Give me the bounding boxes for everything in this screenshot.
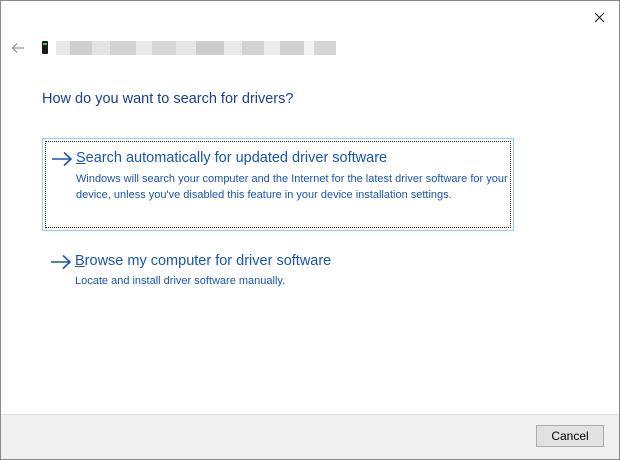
search-automatically-option[interactable]: Search automatically for updated driver …	[42, 138, 514, 231]
dialog-footer: Cancel	[1, 414, 619, 459]
close-button[interactable]	[589, 7, 609, 27]
page-title: How do you want to search for drivers?	[42, 91, 294, 107]
back-button[interactable]	[9, 39, 27, 57]
search-automatically-description: Windows will search your computer and th…	[76, 173, 508, 201]
device-icon	[42, 41, 48, 54]
option-title-rest: rowse my computer for driver software	[84, 253, 332, 269]
back-arrow-icon	[11, 43, 24, 53]
dialog-window: How do you want to search for drivers? S…	[0, 0, 620, 460]
option-title-rest: earch automatically for updated driver s…	[85, 150, 388, 166]
option-access-key: B	[75, 253, 85, 269]
close-icon	[594, 12, 604, 22]
device-name-redacted	[56, 39, 356, 57]
option-access-key: S	[76, 150, 86, 166]
browse-computer-title: Browse my computer for driver software	[75, 253, 331, 269]
cancel-button[interactable]: Cancel	[536, 425, 604, 447]
arrow-right-icon	[52, 151, 73, 167]
arrow-right-icon	[51, 254, 72, 270]
search-automatically-title: Search automatically for updated driver …	[76, 150, 387, 166]
browse-computer-option[interactable]: Browse my computer for driver software L…	[42, 249, 514, 294]
browse-computer-description: Locate and install driver software manua…	[75, 275, 286, 287]
